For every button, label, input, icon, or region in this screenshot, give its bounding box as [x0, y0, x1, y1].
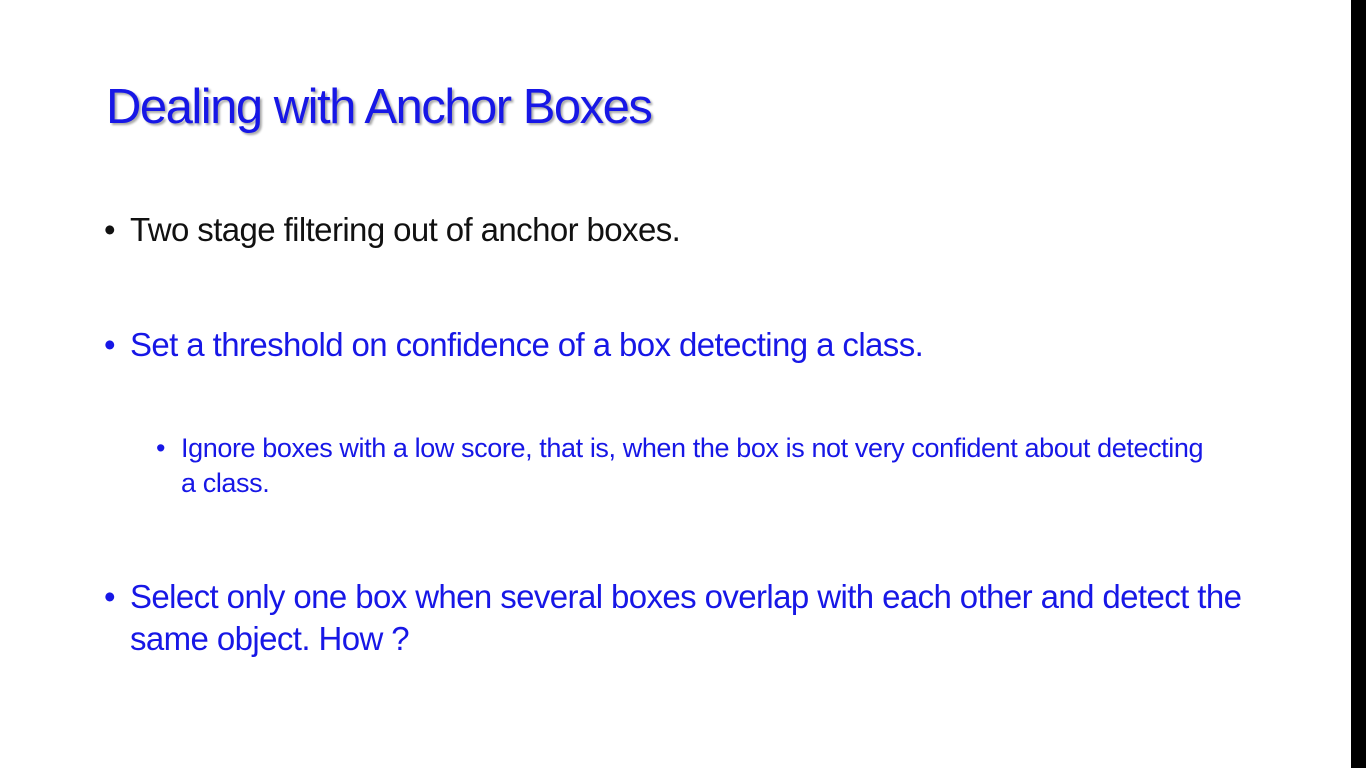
bullet-marker: •	[104, 211, 116, 248]
bullet-text: Ignore boxes with a low score, that is, …	[181, 433, 1204, 499]
bullet-two-stage-filtering: • Two stage filtering out of anchor boxe…	[104, 209, 1304, 250]
slide: Dealing with Anchor Boxes • Two stage fi…	[0, 0, 1351, 768]
bullet-text: Select only one box when several boxes o…	[130, 578, 1242, 658]
bullet-text: Two stage filtering out of anchor boxes.	[130, 211, 681, 248]
bullet-select-one-box: • Select only one box when several boxes…	[104, 576, 1254, 660]
bullet-marker: •	[156, 433, 166, 463]
bullet-text: Set a threshold on confidence of a box d…	[130, 326, 924, 363]
bullet-confidence-threshold: • Set a threshold on confidence of a box…	[104, 324, 1304, 365]
slide-title: Dealing with Anchor Boxes	[106, 80, 653, 134]
bullet-marker: •	[104, 578, 116, 615]
sub-bullet-ignore-low-score: • Ignore boxes with a low score, that is…	[156, 431, 1216, 501]
window-edge	[1351, 0, 1366, 768]
bullet-marker: •	[104, 326, 116, 363]
